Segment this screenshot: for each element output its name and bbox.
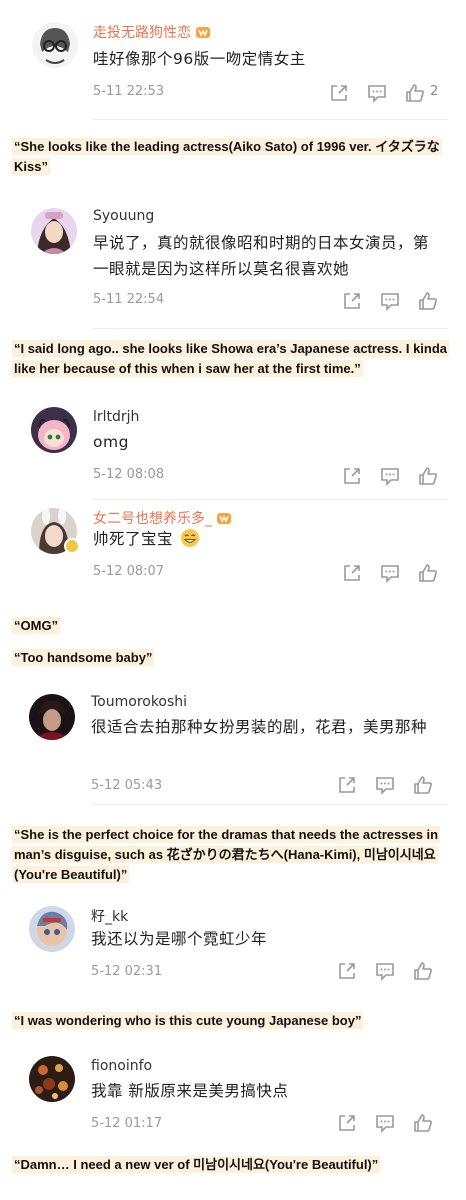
comment-actions — [336, 1112, 436, 1136]
avatar[interactable] — [29, 694, 75, 740]
comment-text: 我靠 新版原来是美男搞快点 — [91, 1082, 289, 1100]
comment-icon[interactable] — [374, 960, 396, 982]
divider — [93, 119, 448, 120]
comment-icon[interactable] — [379, 290, 401, 312]
comment-text: omg — [93, 433, 129, 451]
username[interactable]: Syouung — [93, 208, 154, 224]
comment-text: 帅死了宝宝 — [93, 526, 433, 556]
share-icon[interactable] — [341, 562, 363, 584]
comment-time: 5-12 02:31 — [91, 964, 163, 979]
comment-text: 哇好像那个96版一吻定情女主 — [93, 50, 306, 68]
comment-time: 5-11 22:53 — [93, 84, 165, 99]
comment-item: 籽_kk 我还以为是哪个霓虹少年 5-12 02:31 — [0, 896, 466, 996]
translation-caption: “I said long ago.. she looks like Showa … — [12, 340, 450, 377]
share-icon[interactable] — [341, 290, 363, 312]
comment-icon[interactable] — [374, 774, 396, 796]
comment-icon[interactable] — [374, 1112, 396, 1134]
username[interactable]: 籽_kk — [91, 906, 128, 926]
like-icon[interactable] — [412, 1112, 434, 1134]
translation-caption: “OMG” — [12, 617, 61, 634]
username[interactable]: fionoinfo — [91, 1058, 152, 1074]
comment-time: 5-12 08:08 — [93, 467, 165, 482]
avatar[interactable] — [29, 1056, 75, 1102]
username[interactable]: Toumorokoshi — [91, 694, 187, 710]
username[interactable]: lrltdrjh — [93, 409, 139, 425]
comment-actions — [341, 465, 441, 489]
vip-badge-icon — [195, 25, 211, 39]
like-count: 2 — [430, 84, 439, 99]
comment-text: 很适合去拍那种女扮男装的剧，花君，美男那种 — [91, 718, 428, 736]
like-icon[interactable] — [412, 774, 434, 796]
like-icon[interactable] — [417, 465, 439, 487]
comment-item: 女二号也想养乐多_ 帅死了宝宝 5-12 08:07 — [0, 500, 466, 600]
username[interactable]: 走投无路狗性恋 — [93, 22, 211, 42]
comment-time: 5-11 22:54 — [93, 292, 165, 307]
username[interactable]: 女二号也想养乐多_ — [93, 508, 232, 528]
comment-icon[interactable] — [366, 82, 388, 104]
comment-item: Toumorokoshi 很适合去拍那种女扮男装的剧，花君，美男那种 5-12 … — [0, 684, 466, 806]
avatar[interactable] — [31, 407, 77, 453]
avatar[interactable] — [31, 208, 77, 254]
share-icon[interactable] — [336, 774, 358, 796]
comment-time: 5-12 01:17 — [91, 1116, 163, 1131]
comment-item: lrltdrjh omg 5-12 08:08 — [0, 395, 466, 500]
comment-actions — [336, 774, 436, 798]
comment-actions — [336, 960, 436, 984]
divider — [93, 328, 448, 329]
comment-text-content: 帅死了宝宝 — [93, 530, 174, 548]
comment-item: Syouung 早说了，真的就很像昭和时期的日本女演员，第一眼就是因为这样所以莫… — [0, 196, 466, 336]
grin-emoji-icon — [180, 528, 200, 556]
comment-actions: 2 — [328, 82, 448, 106]
like-icon[interactable] — [417, 562, 439, 584]
share-icon[interactable] — [336, 1112, 358, 1134]
comment-text: 我还以为是哪个霓虹少年 — [91, 930, 268, 948]
comment-actions — [341, 562, 441, 586]
username-text: 女二号也想养乐多_ — [93, 511, 212, 527]
vip-badge-icon — [216, 511, 232, 525]
comment-time: 5-12 08:07 — [93, 564, 165, 579]
comment-actions — [341, 290, 441, 314]
like-icon[interactable] — [412, 960, 434, 982]
comment-time: 5-12 05:43 — [91, 778, 163, 793]
translation-caption: “I was wondering who is this cute young … — [12, 1012, 364, 1029]
translation-caption: “She is the perfect choice for the drama… — [12, 826, 441, 883]
share-icon[interactable] — [328, 82, 350, 104]
avatar[interactable] — [29, 906, 75, 952]
comment-text: 早说了，真的就很像昭和时期的日本女演员，第一眼就是因为这样所以莫名很喜欢她 — [93, 234, 430, 278]
like-icon[interactable] — [404, 82, 426, 104]
like-icon[interactable] — [417, 290, 439, 312]
translation-caption: “She looks like the leading actress(Aiko… — [12, 138, 442, 175]
comment-icon[interactable] — [379, 562, 401, 584]
translation-caption: “Too handsome baby” — [12, 649, 155, 666]
verified-badge-icon — [64, 538, 80, 554]
comment-item: fionoinfo 我靠 新版原来是美男搞快点 5-12 01:17 — [0, 1046, 466, 1146]
username-text: 走投无路狗性恋 — [93, 25, 191, 41]
avatar[interactable] — [32, 22, 78, 68]
share-icon[interactable] — [336, 960, 358, 982]
comment-item: 走投无路狗性恋 哇好像那个96版一吻定情女主 5-11 22:53 2 — [0, 0, 466, 120]
divider — [91, 804, 448, 805]
translation-caption: “Damn… I need a new ver of 미남이시네요(You're… — [12, 1156, 381, 1173]
share-icon[interactable] — [341, 465, 363, 487]
comment-icon[interactable] — [379, 465, 401, 487]
